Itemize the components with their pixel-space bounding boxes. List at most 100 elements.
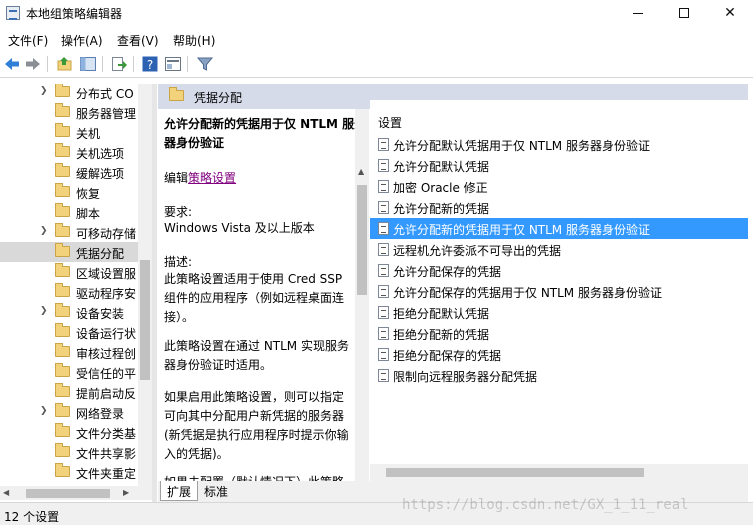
- extended-description: 允许分配新的凭据用于仅 NTLM 服务器身份验证 编辑策略设置 要求: Wind…: [158, 109, 355, 481]
- setting-row[interactable]: 限制向远程服务器分配凭据: [370, 365, 748, 386]
- forward-arrow-icon[interactable]: [24, 55, 42, 73]
- expand-arrow-icon[interactable]: ❯: [40, 226, 48, 236]
- folder-icon: [55, 303, 70, 317]
- setting-row[interactable]: 允许分配新的凭据: [370, 197, 748, 218]
- tree-item[interactable]: 文件分类基: [0, 422, 138, 442]
- settings-scroll-thumb[interactable]: [386, 468, 644, 477]
- menu-help[interactable]: 帮助(H): [173, 32, 215, 49]
- scroll-right-icon[interactable]: ▶: [123, 488, 129, 497]
- tree-item[interactable]: 关机: [0, 122, 138, 142]
- setting-row-selected[interactable]: 允许分配新的凭据用于仅 NTLM 服务器身份验证: [370, 218, 748, 239]
- tree-item[interactable]: ❯ 分布式 CO: [0, 84, 138, 102]
- tree-item[interactable]: ❯ 设备安装: [0, 302, 138, 322]
- back-arrow-icon[interactable]: [3, 55, 21, 73]
- tree-item[interactable]: 恢复: [0, 182, 138, 202]
- setting-row[interactable]: 加密 Oracle 修正: [370, 176, 748, 197]
- toolbar-separator: [47, 56, 48, 72]
- tree-item[interactable]: ❯ 网络登录: [0, 402, 138, 422]
- tree-item-label: 服务器管理: [76, 107, 137, 121]
- tree-item[interactable]: 文件共享影: [0, 442, 138, 462]
- setting-label: 允许分配保存的凭据用于仅 NTLM 服务器身份验证: [393, 286, 662, 300]
- tree-item[interactable]: 脚本: [0, 202, 138, 222]
- expand-arrow-icon[interactable]: ❯: [40, 406, 48, 416]
- folder-icon: [55, 343, 70, 357]
- tree-scroll-thumb[interactable]: [140, 260, 150, 380]
- description-scroll-thumb[interactable]: [357, 185, 367, 295]
- tree-item[interactable]: 受信任的平: [0, 362, 138, 382]
- settings-list[interactable]: 设置 允许分配默认凭据用于仅 NTLM 服务器身份验证 允许分配默认凭据 加密 …: [370, 100, 748, 481]
- tree-item[interactable]: 缓解选项: [0, 162, 138, 182]
- properties-icon[interactable]: [164, 55, 182, 73]
- description-scrollbar[interactable]: ▲: [355, 109, 369, 481]
- policy-setting-icon: [378, 159, 389, 172]
- tree-item-label: 分布式 CO: [76, 87, 134, 101]
- edit-policy-link[interactable]: 策略设置: [188, 171, 236, 185]
- svg-text:?: ?: [147, 58, 153, 72]
- requirements-value: Windows Vista 及以上版本: [164, 221, 315, 235]
- tab-extended[interactable]: 扩展: [160, 481, 199, 501]
- tree-item[interactable]: 文件夹重定: [0, 462, 138, 482]
- maximize-icon: [679, 8, 689, 18]
- group-policy-app-icon: [6, 6, 20, 20]
- show-hide-tree-icon[interactable]: [79, 55, 97, 73]
- tree-item-label: 驱动程序安: [76, 287, 137, 301]
- folder-icon: [55, 203, 70, 217]
- tree-hscroll-thumb[interactable]: [26, 489, 110, 498]
- tree-item[interactable]: 驱动程序安: [0, 282, 138, 302]
- setting-row[interactable]: 拒绝分配新的凭据: [370, 323, 748, 344]
- edit-policy-line: 编辑策略设置: [164, 169, 352, 188]
- folder-icon: [55, 84, 70, 97]
- tree-item[interactable]: 设备运行状: [0, 322, 138, 342]
- folder-icon: [55, 403, 70, 417]
- scroll-left-icon[interactable]: ◀: [3, 488, 9, 497]
- tree-vertical-scrollbar[interactable]: [138, 84, 152, 488]
- tree-item-label: 缓解选项: [76, 167, 125, 181]
- tree-item-label: 审核过程创: [76, 347, 137, 361]
- setting-row[interactable]: 拒绝分配默认凭据: [370, 302, 748, 323]
- setting-label: 允许分配默认凭据用于仅 NTLM 服务器身份验证: [393, 139, 650, 153]
- menu-file[interactable]: 文件(F): [8, 32, 48, 49]
- tree-horizontal-scrollbar[interactable]: ◀ ▶: [0, 486, 152, 500]
- policy-setting-icon: [378, 222, 389, 235]
- maximize-button[interactable]: [661, 0, 707, 27]
- pane-splitter[interactable]: [152, 84, 157, 502]
- policy-tree[interactable]: ❯ 分布式 CO 服务器管理 关机 关机选项 缓解选项 恢复 脚本 ❯ 可移动存储 …: [0, 84, 152, 488]
- setting-row[interactable]: 拒绝分配保存的凭据: [370, 344, 748, 365]
- tree-item[interactable]: 区域设置服: [0, 262, 138, 282]
- policy-setting-icon: [378, 327, 389, 340]
- filter-icon[interactable]: [196, 55, 214, 73]
- description-title: 允许分配新的凭据用于仅 NTLM 服务器身份验证: [164, 117, 355, 150]
- export-list-icon[interactable]: [110, 55, 128, 73]
- expand-arrow-icon[interactable]: ❯: [40, 306, 48, 316]
- setting-label: 允许分配新的凭据用于仅 NTLM 服务器身份验证: [393, 223, 650, 237]
- tree-item[interactable]: 审核过程创: [0, 342, 138, 362]
- tree-item[interactable]: 服务器管理: [0, 102, 138, 122]
- tree-item-label: 凭据分配: [76, 247, 125, 261]
- setting-row[interactable]: 允许分配保存的凭据用于仅 NTLM 服务器身份验证: [370, 281, 748, 302]
- minimize-button[interactable]: [615, 0, 661, 27]
- menu-action[interactable]: 操作(A): [61, 32, 103, 49]
- tree-item[interactable]: 提前启动反: [0, 382, 138, 402]
- description-paragraph: 如果未配置（默认情况下）此策略: [164, 473, 352, 481]
- policy-setting-icon: [378, 243, 389, 256]
- setting-row[interactable]: 允许分配保存的凭据: [370, 260, 748, 281]
- tree-item-label: 可移动存储: [76, 227, 137, 241]
- tab-standard[interactable]: 标准: [198, 481, 234, 501]
- settings-column-header[interactable]: 设置: [378, 114, 402, 131]
- minimize-icon: [633, 12, 643, 14]
- setting-row[interactable]: 远程机允许委派不可导出的凭据: [370, 239, 748, 260]
- tree-item-label: 受信任的平: [76, 367, 137, 381]
- watermark: https://blog.csdn.net/GX_1_11_real: [402, 497, 689, 513]
- help-icon[interactable]: ?: [141, 55, 159, 73]
- settings-horizontal-scrollbar[interactable]: [370, 464, 748, 481]
- menu-view[interactable]: 查看(V): [117, 32, 159, 49]
- tree-item-credentials-delegation[interactable]: 凭据分配: [0, 242, 138, 262]
- up-folder-icon[interactable]: [56, 55, 74, 73]
- setting-row[interactable]: 允许分配默认凭据: [370, 155, 748, 176]
- tree-item[interactable]: ❯ 可移动存储: [0, 222, 138, 242]
- setting-row[interactable]: 允许分配默认凭据用于仅 NTLM 服务器身份验证: [370, 134, 748, 155]
- expand-arrow-icon[interactable]: ❯: [40, 86, 48, 96]
- scroll-up-icon[interactable]: ▲: [358, 167, 364, 176]
- tree-item[interactable]: 关机选项: [0, 142, 138, 162]
- close-button[interactable]: ✕: [707, 0, 753, 27]
